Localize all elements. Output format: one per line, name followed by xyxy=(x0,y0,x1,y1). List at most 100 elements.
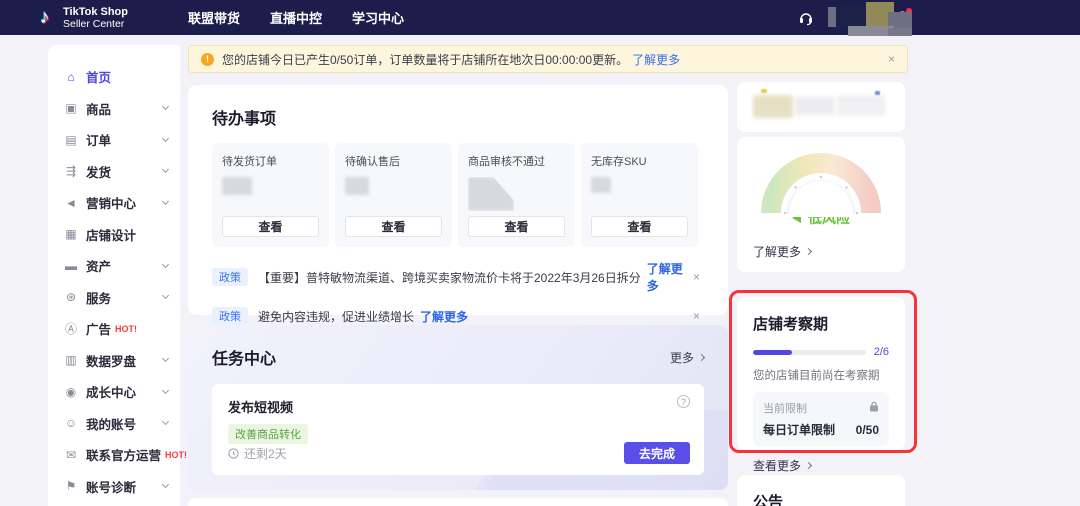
sidebar-item-growth-icon: ◉ xyxy=(64,385,78,399)
inspection-desc: 您的店铺目前尚在考察期 xyxy=(753,367,889,383)
limit-name: 每日订单限制 xyxy=(763,421,835,438)
avatar-redacted[interactable] xyxy=(828,2,912,34)
inspection-progress-bar xyxy=(753,350,866,355)
shop-inspection-card: 店铺考察期 2/6 您的店铺目前尚在考察期 当前限制 每日订单限制 0/50 查… xyxy=(737,297,905,450)
help-icon[interactable]: ? xyxy=(677,395,690,408)
announcements-title: 公告 xyxy=(753,491,889,506)
sidebar-item-home-icon: ⌂ xyxy=(64,70,78,84)
sidebar-item-home[interactable]: ⌂ 首页 xyxy=(64,61,168,93)
chevron-down-icon xyxy=(162,355,169,362)
policy-badge: 政策 xyxy=(212,268,248,286)
chevron-right-icon xyxy=(698,353,705,360)
announcements-card: 公告 xyxy=(737,475,905,506)
redacted-blur xyxy=(222,177,252,195)
headset-support-icon[interactable] xyxy=(798,10,814,26)
sidebar: ⌂ 首页 ▣ 商品 ▤ 订单 ⇶ 发货 ◄ 营销中心 ▦ 店铺设计 ▬ 资产 ⊛… xyxy=(48,45,180,506)
task-deadline: 还剩2天 xyxy=(228,445,287,462)
todo-section-card: 待办事项 待发货订单 查看 待确认售后 查看 商品审核不通过 查看 无库存SKU… xyxy=(188,85,728,315)
chevron-down-icon xyxy=(162,135,169,142)
sidebar-item-shipping-icon: ⇶ xyxy=(64,164,78,178)
top-navbar: ♪♪♪ TikTok ShopSeller Center 联盟带货 直播中控 学习中… xyxy=(0,0,1080,35)
nav-link-academy[interactable]: 学习中心 xyxy=(352,8,404,27)
todo-view-button[interactable]: 查看 xyxy=(345,216,442,237)
risk-gauge xyxy=(759,151,883,217)
chevron-down-icon xyxy=(162,387,169,394)
inspection-progress-label: 2/6 xyxy=(874,346,889,358)
sidebar-item-assets[interactable]: ▬ 资产 xyxy=(64,250,168,282)
sidebar-item-products[interactable]: ▣ 商品 xyxy=(64,93,168,125)
nav-link-affiliate[interactable]: 联盟带货 xyxy=(188,8,240,27)
policy-text: 避免内容违规，促进业绩增长 xyxy=(258,308,414,325)
task-complete-button[interactable]: 去完成 xyxy=(624,442,690,464)
nav-link-live[interactable]: 直播中控 xyxy=(270,8,322,27)
sidebar-item-ads-icon: Ⓐ xyxy=(64,320,78,337)
clock-icon xyxy=(228,448,239,459)
order-limit-banner: ! 您的店铺今日已产生0/50订单，订单数量将于店铺所在地次日00:00:00更… xyxy=(188,45,908,73)
chevron-down-icon xyxy=(162,481,169,488)
redacted-blur xyxy=(753,95,793,118)
chevron-down-icon xyxy=(162,418,169,425)
inspection-title: 店铺考察期 xyxy=(753,313,889,334)
sidebar-item-services-icon: ⊛ xyxy=(64,290,78,304)
chevron-down-icon xyxy=(162,292,169,299)
redacted-blur xyxy=(875,91,880,95)
policy-learn-more-link[interactable]: 了解更多 xyxy=(420,308,468,325)
sidebar-item-shop-design-icon: ▦ xyxy=(64,227,78,241)
redacted-blur xyxy=(795,97,835,115)
sidebar-item-shop-design[interactable]: ▦ 店铺设计 xyxy=(64,219,168,251)
tiktok-note-icon: ♪♪♪ xyxy=(40,7,56,29)
redacted-blur xyxy=(761,89,767,93)
policy-learn-more-link[interactable]: 了解更多 xyxy=(647,260,693,294)
risk-gauge-card: 低风险 了解更多 xyxy=(737,137,905,272)
lock-icon xyxy=(869,401,879,415)
todo-card-label: 待发货订单 xyxy=(222,153,319,169)
sidebar-item-shipping[interactable]: ⇶ 发货 xyxy=(64,156,168,188)
sidebar-item-contact-ops-icon: ✉ xyxy=(64,448,78,462)
hot-badge: HOT! xyxy=(165,450,187,460)
sidebar-item-marketing[interactable]: ◄ 营销中心 xyxy=(64,187,168,219)
task-center-title: 任务中心 xyxy=(212,345,276,369)
sidebar-item-ads[interactable]: Ⓐ 广告 HOT! xyxy=(64,313,168,345)
policy-close-icon[interactable]: × xyxy=(693,270,704,284)
tiktok-shop-logo[interactable]: ♪♪♪ TikTok ShopSeller Center xyxy=(40,6,128,30)
sidebar-item-contact-ops[interactable]: ✉ 联系官方运营 HOT! xyxy=(64,439,168,471)
sidebar-item-services[interactable]: ⊛ 服务 xyxy=(64,282,168,314)
sidebar-item-products-icon: ▣ xyxy=(64,101,78,115)
redacted-blur xyxy=(591,177,611,193)
limit-value: 0/50 xyxy=(856,423,879,437)
sidebar-item-orders[interactable]: ▤ 订单 xyxy=(64,124,168,156)
sidebar-item-my-account[interactable]: ☺ 我的账号 xyxy=(64,408,168,440)
policy-close-icon[interactable]: × xyxy=(693,309,704,323)
policy-text: 【重要】普特敏物流渠道、跨境买卖家物流价卡将于2022年3月26日拆分 xyxy=(258,269,641,286)
chevron-right-icon xyxy=(805,248,812,255)
todo-card-label: 待确认售后 xyxy=(345,153,442,169)
todo-title: 待办事项 xyxy=(212,105,704,129)
redacted-blur xyxy=(837,95,885,116)
hot-badge: HOT! xyxy=(115,324,137,334)
logo-text: TikTok ShopSeller Center xyxy=(63,6,128,30)
todo-view-button[interactable]: 查看 xyxy=(591,216,688,237)
chevron-down-icon xyxy=(162,166,169,173)
limit-label: 当前限制 xyxy=(763,400,807,416)
task-card: 发布短视频 ? 改善商品转化 还剩2天 去完成 xyxy=(212,384,704,475)
current-limit-box: 当前限制 每日订单限制 0/50 xyxy=(753,392,889,446)
banner-text: 您的店铺今日已产生0/50订单，订单数量将于店铺所在地次日00:00:00更新。 xyxy=(222,51,628,68)
sidebar-item-diagnosis[interactable]: ⚑ 账号诊断 xyxy=(64,471,168,503)
task-center-section: 任务中心 更多 发布短视频 ? 改善商品转化 还剩2天 去完成 xyxy=(188,325,728,490)
sidebar-item-data-compass-icon: ▥ xyxy=(64,353,78,367)
todo-card-label: 无库存SKU xyxy=(591,153,688,169)
todo-card-review-failed: 商品审核不通过 查看 xyxy=(458,143,575,247)
sidebar-item-growth[interactable]: ◉ 成长中心 xyxy=(64,376,168,408)
todo-card-pending-aftersale: 待确认售后 查看 xyxy=(335,143,452,247)
todo-view-button[interactable]: 查看 xyxy=(222,216,319,237)
banner-learn-more-link[interactable]: 了解更多 xyxy=(632,51,680,68)
risk-learn-more-link[interactable]: 了解更多 xyxy=(753,243,811,260)
sidebar-item-my-account-icon: ☺ xyxy=(64,416,78,430)
task-center-more-link[interactable]: 更多 xyxy=(670,349,704,366)
banner-close-icon[interactable]: × xyxy=(888,52,895,66)
todo-view-button[interactable]: 查看 xyxy=(468,216,565,237)
sidebar-item-marketing-icon: ◄ xyxy=(64,196,78,210)
sidebar-item-data-compass[interactable]: ▥ 数据罗盘 xyxy=(64,345,168,377)
inspection-see-more-link[interactable]: 查看更多 xyxy=(753,457,889,474)
chevron-down-icon xyxy=(162,198,169,205)
